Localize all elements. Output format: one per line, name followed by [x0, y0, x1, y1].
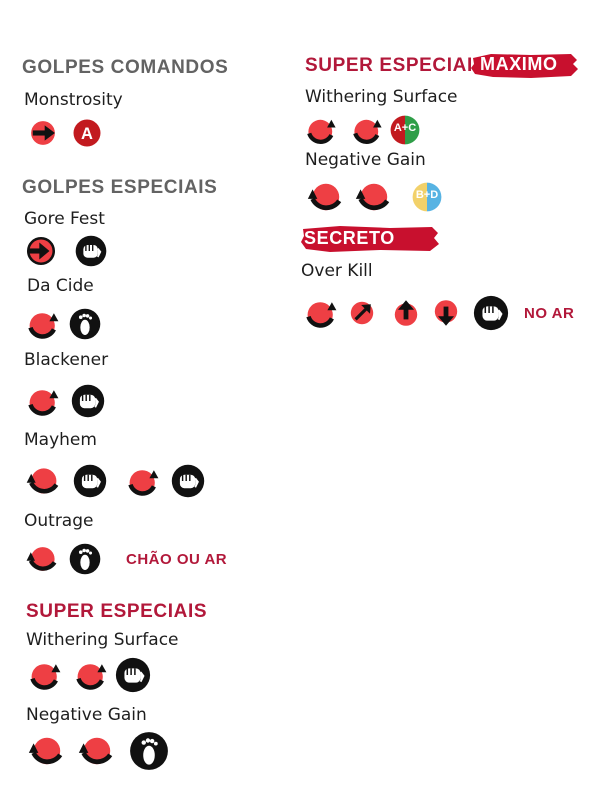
punch-button-icon — [70, 383, 106, 419]
super-moves-max-title: SUPER ESPECIAIS — [305, 55, 487, 76]
input-row-over-kill: NO AR — [304, 294, 574, 332]
quarter-circle-forward-icon — [26, 306, 62, 342]
in-air-note: NO AR — [524, 304, 575, 322]
input-row-withering-surface-max: A+C — [305, 113, 421, 147]
input-row-blackener — [26, 383, 106, 419]
input-row-da-cide — [26, 306, 102, 342]
move-name-outrage: Outrage — [24, 511, 94, 531]
half-circle-back-icon — [24, 463, 60, 499]
kick-button-icon — [128, 730, 170, 772]
move-name-negative-gain-max: Negative Gain — [305, 150, 426, 170]
input-row-negative-gain — [26, 730, 170, 772]
command-moves-title: GOLPES COMANDOS — [22, 57, 229, 78]
forward-motion-icon — [26, 116, 60, 150]
special-moves-title: GOLPES ESPECIAIS — [22, 177, 218, 198]
half-circle-back-icon — [305, 178, 343, 216]
ground-or-air-note: CHÃO OU AR — [126, 550, 228, 568]
quarter-circle-forward-icon — [305, 113, 339, 147]
quarter-circle-forward-icon — [351, 113, 385, 147]
half-circle-back-icon — [26, 732, 64, 770]
input-row-outrage: CHÃO OU AR — [24, 542, 227, 576]
half-circle-back-icon — [24, 542, 58, 576]
move-name-negative-gain: Negative Gain — [26, 705, 147, 725]
button-a-plus-c-icon: A+C — [389, 114, 421, 146]
super-moves-title: SUPER ESPECIAIS — [26, 601, 208, 622]
button-b-plus-d-icon: B+D — [411, 181, 443, 213]
down-motion-icon — [430, 297, 462, 329]
kick-button-icon — [68, 307, 102, 341]
quarter-circle-forward-icon — [26, 383, 62, 419]
move-name-gore-fest: Gore Fest — [24, 209, 105, 229]
move-name-monstrosity: Monstrosity — [24, 90, 123, 110]
punch-button-icon — [74, 234, 108, 268]
input-row-withering-surface — [28, 656, 152, 694]
secreto-badge-label: SECRETO — [304, 228, 395, 248]
up-forward-motion-icon — [346, 297, 378, 329]
input-row-monstrosity: A — [26, 116, 102, 150]
quarter-circle-forward-icon — [28, 657, 64, 693]
kick-button-icon — [68, 542, 102, 576]
up-motion-icon — [390, 297, 422, 329]
input-row-mayhem — [24, 463, 206, 499]
half-circle-back-icon — [76, 732, 114, 770]
button-a-icon: A — [73, 119, 101, 147]
dragon-punch-motion-icon — [24, 234, 58, 268]
input-row-negative-gain-max: B+D — [305, 178, 443, 216]
move-name-blackener: Blackener — [24, 350, 109, 370]
punch-button-icon — [114, 656, 152, 694]
svg-text:A: A — [81, 125, 93, 143]
maximo-badge-label: MAXIMO — [480, 54, 558, 74]
punch-button-icon — [472, 294, 510, 332]
punch-button-icon — [170, 463, 206, 499]
button-a-plus-c-label: A+C — [393, 122, 417, 134]
move-name-over-kill: Over Kill — [301, 261, 373, 281]
move-name-mayhem: Mayhem — [24, 430, 97, 450]
move-name-withering-surface-max: Withering Surface — [305, 87, 458, 107]
punch-button-icon — [72, 463, 108, 499]
move-name-da-cide: Da Cide — [27, 276, 94, 296]
quarter-circle-forward-icon — [126, 463, 162, 499]
quarter-circle-forward-icon — [74, 657, 110, 693]
button-b-plus-d-label: B+D — [415, 189, 439, 201]
move-name-withering-surface: Withering Surface — [26, 630, 179, 650]
half-circle-back-icon — [353, 178, 391, 216]
quarter-circle-forward-icon — [304, 295, 340, 331]
input-row-gore-fest — [24, 234, 108, 268]
